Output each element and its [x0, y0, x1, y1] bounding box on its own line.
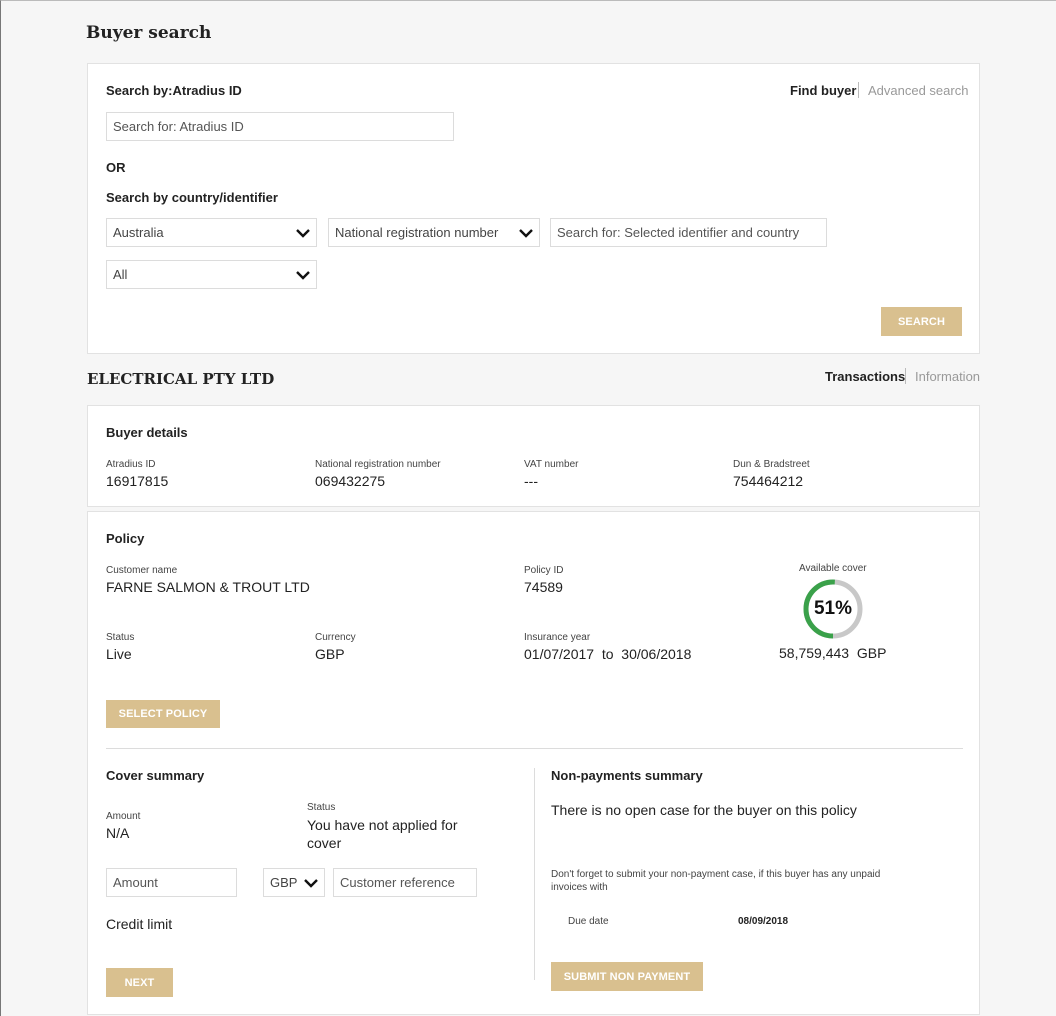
non-payments-reminder: Don't forget to submit your non-payment … — [551, 869, 881, 893]
tab-transactions[interactable]: Transactions — [825, 369, 905, 384]
chevron-down-icon — [296, 228, 310, 238]
filter-select-value: All — [113, 267, 128, 282]
vat-number-value: --- — [524, 473, 538, 489]
atradius-id-placeholder: Search for: Atradius ID — [113, 119, 244, 134]
credit-limit-label: Credit limit — [106, 916, 173, 932]
or-label: OR — [106, 160, 126, 175]
search-card: Search by:Atradius ID Find buyer Advance… — [87, 63, 980, 354]
cover-summary-title: Cover summary — [106, 768, 205, 783]
next-button[interactable]: NEXT — [106, 968, 173, 997]
search-by-id-label: Search by:Atradius ID — [106, 83, 242, 98]
policy-id-value: 74589 — [524, 579, 563, 595]
buyer-details-title: Buyer details — [106, 425, 188, 440]
customer-name-value: FARNE SALMON & TROUT LTD — [106, 579, 310, 595]
available-cover-amount: 58,759,443 GBP — [779, 645, 887, 661]
cover-amount-input[interactable]: Amount — [106, 868, 237, 897]
customer-reference-input[interactable]: Customer reference — [333, 868, 477, 897]
policy-divider — [106, 748, 963, 749]
country-select[interactable]: Australia — [106, 218, 317, 247]
find-buyer-link[interactable]: Find buyer — [790, 83, 856, 98]
cover-currency-value: GBP — [270, 875, 298, 890]
identifier-search-placeholder: Search for: Selected identifier and coun… — [557, 225, 800, 240]
select-policy-button[interactable]: SELECT POLICY — [106, 700, 220, 728]
currency-label: Currency — [315, 632, 356, 643]
atradius-id-input[interactable]: Search for: Atradius ID — [106, 112, 454, 141]
identifier-select[interactable]: National registration number — [328, 218, 540, 247]
status-label: Status — [106, 632, 135, 643]
summary-divider-vertical — [534, 768, 535, 980]
policy-card: Policy Customer name FARNE SALMON & TROU… — [87, 511, 980, 1015]
status-value: Live — [106, 646, 132, 662]
atradius-id-label: Atradius ID — [106, 459, 156, 470]
policy-id-label: Policy ID — [524, 565, 564, 576]
tab-divider — [905, 368, 906, 384]
cover-amount-placeholder: Amount — [113, 875, 158, 890]
chevron-down-icon — [296, 270, 310, 280]
filter-select[interactable]: All — [106, 260, 317, 289]
vat-number-label: VAT number — [524, 459, 579, 470]
buyer-details-card: Buyer details Atradius ID 16917815 Natio… — [87, 405, 980, 507]
buyer-name: ELECTRICAL PTY LTD — [87, 370, 275, 388]
cover-amount-label: Amount — [106, 811, 141, 822]
due-date-value: 08/09/2018 — [738, 916, 789, 927]
page-title: Buyer search — [86, 23, 212, 43]
country-select-value: Australia — [113, 225, 164, 240]
advanced-search-link[interactable]: Advanced search — [868, 83, 968, 98]
cover-currency-select[interactable]: GBP — [263, 868, 325, 897]
currency-value: GBP — [315, 646, 345, 662]
available-cover-percent: 51% — [813, 598, 853, 619]
cover-amount-value: N/A — [106, 825, 130, 841]
chevron-down-icon — [519, 228, 533, 238]
chevron-down-icon — [304, 878, 318, 888]
national-registration-label: National registration number — [315, 459, 441, 470]
non-payments-message: There is no open case for the buyer on t… — [551, 802, 857, 818]
available-cover-gauge: 51% — [802, 578, 864, 640]
submit-non-payment-button[interactable]: SUBMIT NON PAYMENT — [551, 962, 703, 991]
national-registration-value: 069432275 — [315, 473, 386, 489]
cover-status-value: You have not applied for cover — [307, 817, 458, 851]
search-button[interactable]: SEARCH — [881, 307, 962, 336]
country-identifier-label: Search by country/identifier — [106, 190, 278, 205]
link-divider — [858, 82, 859, 98]
dun-bradstreet-value: 754464212 — [733, 473, 804, 489]
policy-title: Policy — [106, 531, 145, 546]
due-date-label: Due date — [568, 916, 609, 927]
identifier-select-value: National registration number — [335, 225, 499, 240]
insurance-year-value: 01/07/2017 to 30/06/2018 — [524, 646, 692, 662]
dun-bradstreet-label: Dun & Bradstreet — [733, 459, 810, 470]
customer-reference-placeholder: Customer reference — [340, 875, 455, 890]
non-payments-title: Non-payments summary — [551, 768, 703, 783]
atradius-id-value: 16917815 — [106, 473, 169, 489]
available-cover-label: Available cover — [799, 563, 867, 574]
cover-status-label: Status — [307, 802, 336, 813]
insurance-year-label: Insurance year — [524, 632, 591, 643]
identifier-search-input[interactable]: Search for: Selected identifier and coun… — [550, 218, 827, 247]
customer-name-label: Customer name — [106, 565, 178, 576]
tab-information[interactable]: Information — [915, 369, 980, 384]
